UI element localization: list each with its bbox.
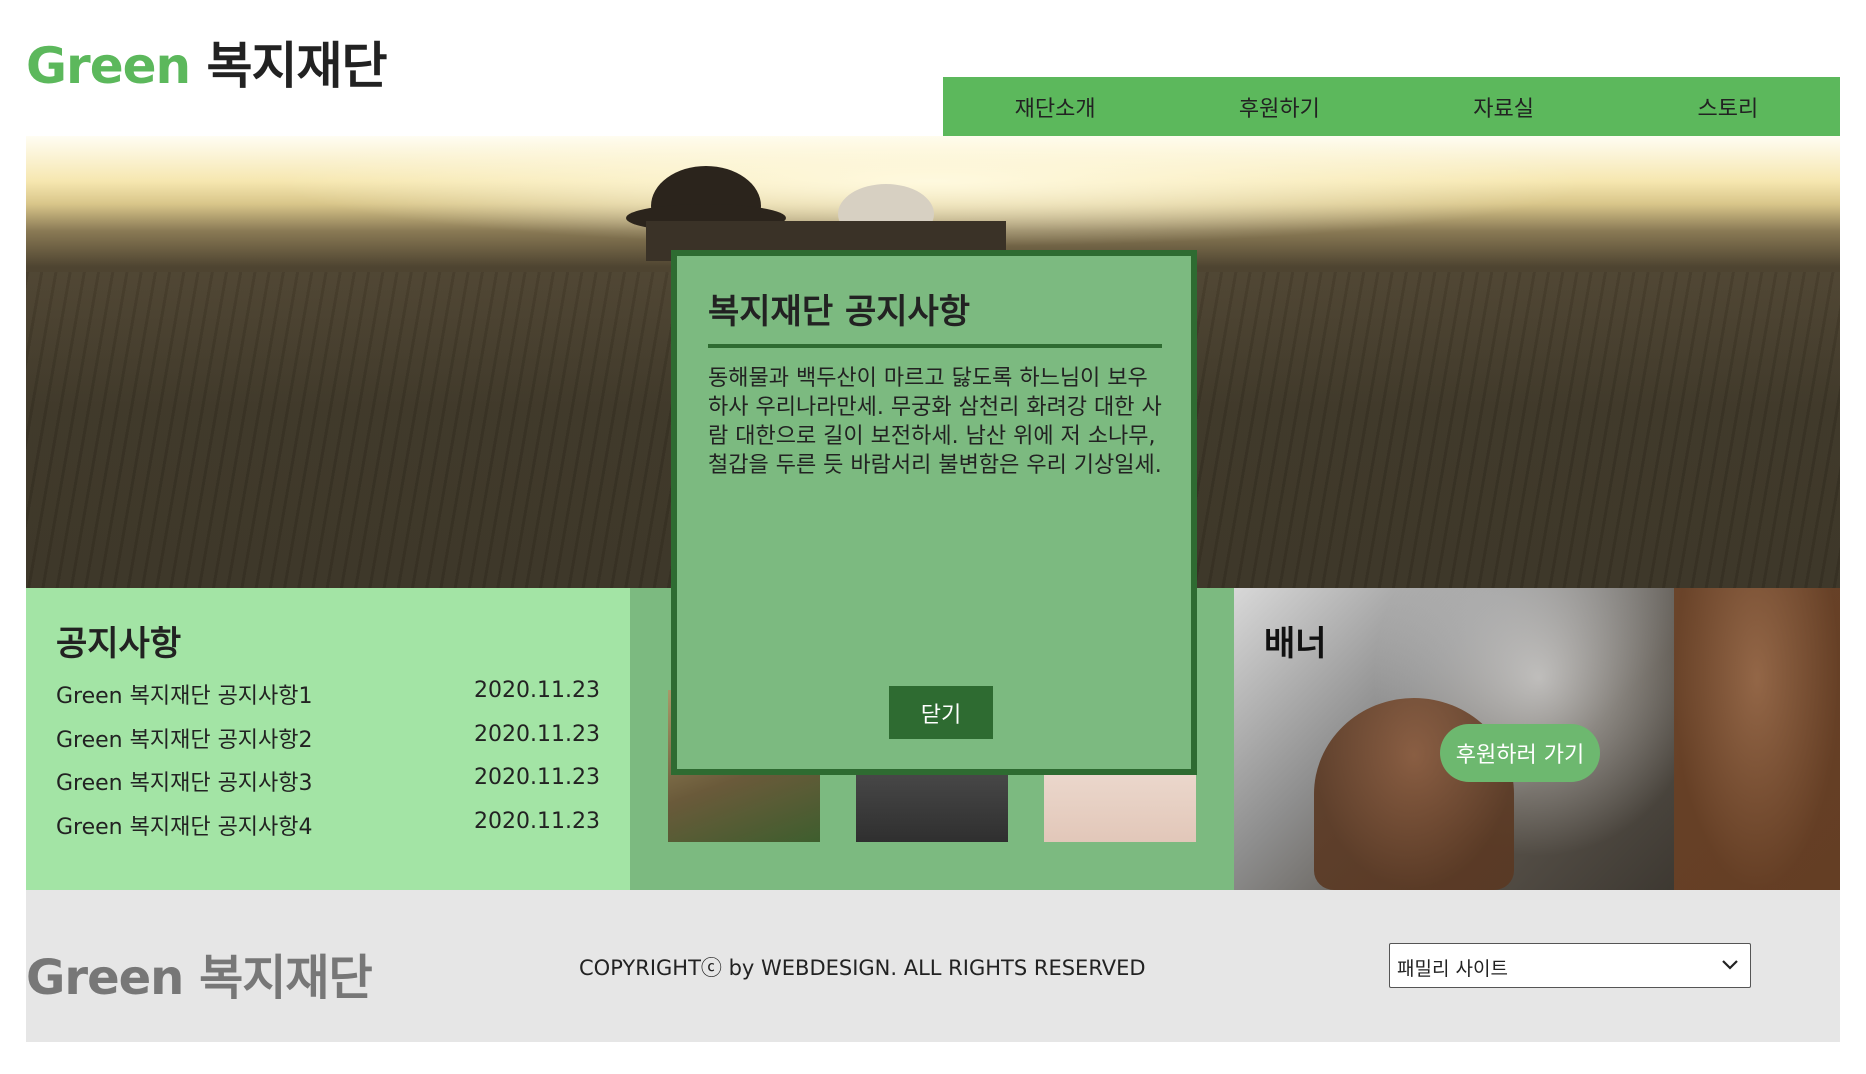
notice-item-date: 2020.11.23 bbox=[474, 765, 600, 790]
notice-item-title[interactable]: Green 복지재단 공지사항2 bbox=[56, 722, 313, 766]
notice-item-date: 2020.11.23 bbox=[474, 808, 600, 834]
banner-panel: 배너 후원하러 가기 bbox=[1234, 588, 1840, 890]
notice-item[interactable]: Green 복지재단 공지사항1 2020.11.23 bbox=[56, 678, 600, 722]
site-logo[interactable]: Green 복지재단 bbox=[26, 26, 388, 98]
notice-item[interactable]: Green 복지재단 공지사항2 2020.11.23 bbox=[56, 722, 600, 766]
notice-item-title[interactable]: Green 복지재단 공지사항3 bbox=[56, 765, 313, 809]
footer: Green 복지재단 COPYRIGHTⓒ by WEBDESIGN. ALL … bbox=[26, 890, 1840, 1042]
banner-title: 배너 bbox=[1264, 624, 1327, 664]
notice-item-date: 2020.11.23 bbox=[474, 721, 600, 747]
go-donate-button[interactable]: 후원하러 가기 bbox=[1440, 724, 1600, 782]
modal-divider bbox=[708, 344, 1162, 348]
footer-logo: Green 복지재단 bbox=[26, 938, 373, 1008]
banner-child-right bbox=[1674, 588, 1840, 890]
family-site-value: 패밀리 사이트 bbox=[1397, 958, 1508, 980]
notice-item-title[interactable]: Green 복지재단 공지사항4 bbox=[56, 809, 313, 853]
copyright-text: COPYRIGHTⓒ by WEBDESIGN. ALL RIGHTS RESE… bbox=[579, 956, 1146, 980]
nav-item-story[interactable]: 스토리 bbox=[1616, 77, 1840, 136]
footer-logo-en: Green bbox=[26, 950, 184, 1006]
close-button[interactable]: 닫기 bbox=[889, 686, 993, 739]
notice-item-date: 2020.11.23 bbox=[474, 678, 600, 703]
logo-text-ko: 복지재단 bbox=[206, 37, 388, 95]
notice-panel: 공지사항 Green 복지재단 공지사항1 2020.11.23 Green 복… bbox=[26, 588, 630, 890]
notice-modal: 복지재단 공지사항 동해물과 백두산이 마르고 닳도록 하느님이 보우하사 우리… bbox=[671, 250, 1197, 775]
notice-title: 공지사항 bbox=[56, 624, 182, 664]
notice-item[interactable]: Green 복지재단 공지사항4 2020.11.23 bbox=[56, 809, 600, 853]
modal-title: 복지재단 공지사항 bbox=[708, 292, 971, 332]
notice-item-title[interactable]: Green 복지재단 공지사항1 bbox=[56, 678, 313, 722]
footer-logo-ko: 복지재단 bbox=[199, 950, 373, 1006]
notice-item[interactable]: Green 복지재단 공지사항3 2020.11.23 bbox=[56, 765, 600, 809]
chevron-down-icon bbox=[1722, 960, 1738, 970]
modal-body: 동해물과 백두산이 마르고 닳도록 하느님이 보우하사 우리나라만세. 무궁화 … bbox=[708, 366, 1162, 478]
nav-item-archive[interactable]: 자료실 bbox=[1392, 77, 1616, 136]
logo-text-en: Green bbox=[26, 37, 191, 95]
nav-item-about[interactable]: 재단소개 bbox=[943, 77, 1167, 136]
notice-list: Green 복지재단 공지사항1 2020.11.23 Green 복지재단 공… bbox=[56, 678, 600, 852]
family-site-select[interactable]: 패밀리 사이트 bbox=[1389, 943, 1751, 988]
main-nav: 재단소개 후원하기 자료실 스토리 bbox=[943, 77, 1840, 136]
nav-item-donate[interactable]: 후원하기 bbox=[1167, 77, 1391, 136]
